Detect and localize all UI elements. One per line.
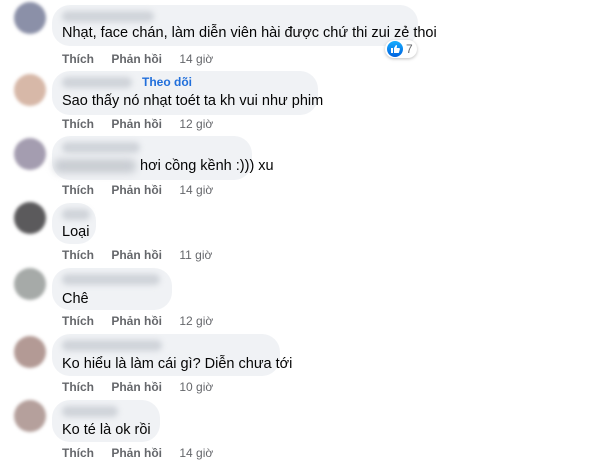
commenter-name[interactable] [62, 274, 160, 285]
reaction-summary[interactable]: 7 [385, 40, 417, 58]
like-button[interactable]: Thích [62, 446, 94, 460]
comment-7: Ko té là ok rồi Thích Phản hồi 14 giờ [0, 396, 598, 464]
comment-bubble: Nhạt, face chán, làm diễn viên hài được … [52, 5, 437, 46]
reply-button[interactable]: Phản hồi [111, 380, 162, 394]
avatar[interactable] [14, 2, 46, 34]
comment-text: Nhạt, face chán, làm diễn viên hài được … [62, 25, 437, 41]
reply-button[interactable]: Phản hồi [111, 52, 162, 66]
comment-bubble: Loại [52, 203, 96, 244]
commenter-name[interactable] [62, 406, 118, 417]
thumbs-up-icon [387, 41, 403, 57]
comment-2: Theo dõi Sao thấy nó nhạt toét ta kh vui… [0, 68, 598, 132]
comment-actions: Thích Phản hồi 12 giờ [62, 117, 227, 131]
comment-text: Ko té là ok rồi [62, 422, 151, 438]
redacted-text [54, 159, 136, 174]
commenter-name[interactable] [62, 11, 154, 22]
comment-5: Chê Thích Phản hồi 12 giờ [0, 264, 598, 330]
comment-text: Loại [62, 224, 90, 240]
reply-button[interactable]: Phản hồi [111, 183, 162, 197]
comment-bubble: Ko té là ok rồi [52, 400, 160, 442]
like-button[interactable]: Thích [62, 117, 94, 131]
comment-text: Ko hiểu là làm cái gì? Diễn chưa tới [62, 356, 293, 372]
like-button[interactable]: Thích [62, 248, 94, 262]
comment-actions: Thích Phản hồi 12 giờ [62, 314, 227, 328]
timestamp[interactable]: 11 giờ [179, 248, 212, 262]
reply-button[interactable]: Phản hồi [111, 314, 162, 328]
avatar[interactable] [14, 138, 46, 170]
comment-1: Nhạt, face chán, làm diễn viên hài được … [0, 0, 598, 66]
comment-actions: Thích Phản hồi 14 giờ [62, 52, 227, 66]
comment-bubble: Ko hiểu là làm cái gì? Diễn chưa tới [52, 334, 292, 376]
avatar[interactable] [14, 400, 46, 432]
comment-4: Loại Thích Phản hồi 11 giờ [0, 200, 598, 262]
comment-actions: Thích Phản hồi 10 giờ [62, 380, 227, 394]
commenter-name[interactable] [62, 209, 90, 220]
comment-actions: Thích Phản hồi 11 giờ [62, 248, 226, 262]
comment-actions: Thích Phản hồi 14 giờ [62, 446, 227, 460]
reply-button[interactable]: Phản hồi [111, 248, 162, 262]
like-button[interactable]: Thích [62, 380, 94, 394]
like-button[interactable]: Thích [62, 314, 94, 328]
avatar[interactable] [14, 336, 46, 368]
comment-text-row: hơi cồng kềnh :))) xu [54, 158, 274, 174]
timestamp[interactable]: 12 giờ [179, 117, 213, 131]
reaction-count: 7 [406, 42, 413, 56]
timestamp[interactable]: 14 giờ [179, 52, 213, 66]
timestamp[interactable]: 10 giờ [179, 380, 213, 394]
avatar[interactable] [14, 268, 46, 300]
timestamp[interactable]: 14 giờ [179, 446, 213, 460]
avatar[interactable] [14, 74, 46, 106]
commenter-name[interactable] [62, 340, 162, 351]
avatar[interactable] [14, 202, 46, 234]
reply-button[interactable]: Phản hồi [111, 117, 162, 131]
follow-button[interactable]: Theo dõi [142, 75, 192, 89]
comment-text: hơi cồng kềnh :))) xu [140, 158, 274, 174]
commenter-name[interactable] [62, 142, 140, 153]
comment-bubble: Theo dõi Sao thấy nó nhạt toét ta kh vui… [52, 71, 323, 115]
comment-bubble: Chê [52, 268, 172, 310]
like-button[interactable]: Thích [62, 52, 94, 66]
comment-3: hơi cồng kềnh :))) xu Thích Phản hồi 14 … [0, 134, 598, 197]
comment-text: Chê [62, 291, 89, 307]
commenter-name[interactable] [62, 77, 132, 88]
comment-text: Sao thấy nó nhạt toét ta kh vui như phim [62, 93, 324, 109]
comment-bubble: hơi cồng kềnh :))) xu [52, 136, 274, 180]
like-button[interactable]: Thích [62, 183, 94, 197]
comment-6: Ko hiểu là làm cái gì? Diễn chưa tới Thí… [0, 332, 598, 396]
reply-button[interactable]: Phản hồi [111, 446, 162, 460]
timestamp[interactable]: 14 giờ [179, 183, 213, 197]
timestamp[interactable]: 12 giờ [179, 314, 213, 328]
comment-actions: Thích Phản hồi 14 giờ [62, 183, 227, 197]
